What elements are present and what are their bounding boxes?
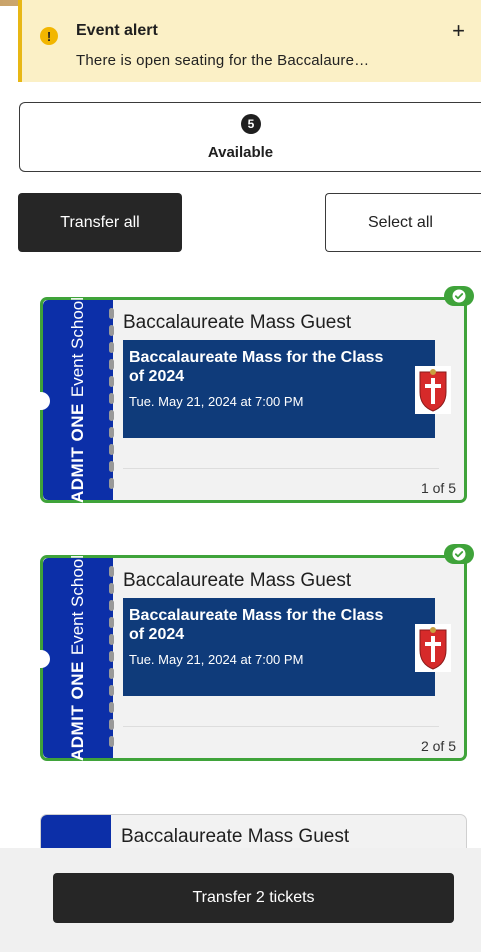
alert-body: There is open seating for the Baccalaure… — [76, 52, 370, 69]
stub-school-label: Event School — [68, 554, 87, 656]
ticket-title: Baccalaureate Mass Guest — [123, 312, 352, 333]
available-label: Available — [207, 144, 274, 161]
check-circle-icon[interactable] — [444, 286, 474, 306]
ticket-title: Baccalaureate Mass Guest — [121, 826, 350, 847]
select-all-button[interactable]: Select all — [325, 193, 481, 252]
event-name: Baccalaureate Mass for the Class of 2024 — [129, 607, 384, 643]
available-summary[interactable] — [19, 102, 481, 172]
ticket-index: 2 of 5 — [420, 738, 456, 754]
ticket-card[interactable]: ADMIT ONE Event School Baccalaureate Mass… — [40, 286, 474, 504]
admit-one-label: ADMIT ONE — [68, 403, 87, 504]
transfer-tickets-button[interactable]: Transfer 2 tickets — [53, 873, 454, 923]
alert-icon: ! — [40, 27, 58, 45]
alert-title: Event alert — [76, 22, 158, 39]
stub-school-label: Event School — [68, 296, 87, 398]
admit-one-label: ADMIT ONE — [68, 661, 87, 762]
event-name: Baccalaureate Mass for the Class of 2024 — [129, 349, 384, 385]
event-info-box: Baccalaureate Mass for the Class of 2024… — [123, 340, 435, 438]
event-info-box: Baccalaureate Mass for the Class of 2024… — [123, 598, 435, 696]
ticket-index: 1 of 5 — [420, 480, 456, 496]
event-alert[interactable]: ! Event alert There is open seating for … — [18, 0, 481, 82]
available-count-badge: 5 — [241, 114, 261, 134]
ticket-card[interactable]: ADMIT ONE Event School Baccalaureate Mass… — [40, 544, 474, 762]
ticket-stub: ADMIT ONE Event School — [43, 296, 113, 504]
perforation — [109, 308, 115, 493]
transfer-all-button[interactable]: Transfer all — [18, 193, 182, 252]
check-circle-icon[interactable] — [444, 544, 474, 564]
event-date: Tue. May 21, 2024 at 7:00 PM — [129, 394, 304, 409]
event-date: Tue. May 21, 2024 at 7:00 PM — [129, 652, 304, 667]
school-crest-icon — [415, 624, 451, 672]
ticket-stub: ADMIT ONE Event School — [43, 554, 113, 762]
ticket-divider — [123, 726, 439, 727]
expand-plus-icon[interactable]: + — [452, 20, 465, 42]
perforation — [109, 566, 115, 751]
ticket-title: Baccalaureate Mass Guest — [123, 570, 352, 591]
ticket-divider — [123, 468, 439, 469]
school-crest-icon — [415, 366, 451, 414]
